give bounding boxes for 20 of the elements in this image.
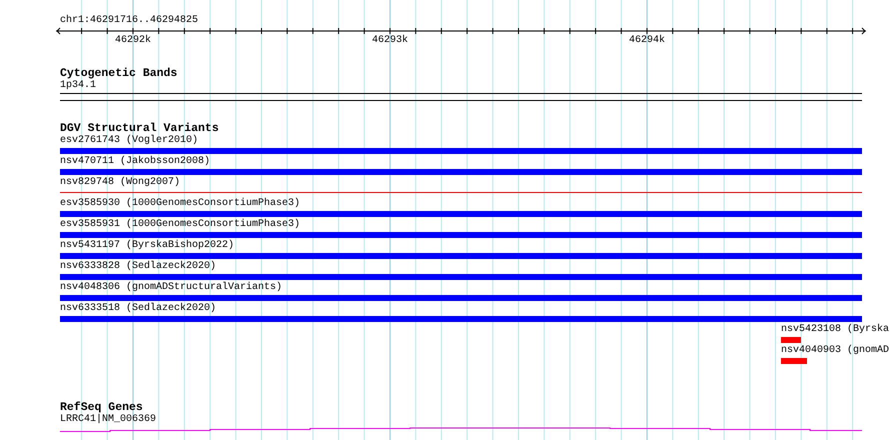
variant-label[interactable]: nsv470711 (Jakobsson2008)	[60, 156, 210, 168]
variant-label[interactable]: nsv4040903 (gnomAD	[781, 345, 890, 357]
ruler-label: 46294k	[628, 35, 665, 47]
variant-label[interactable]: esv2761743 (Vogler2010)	[60, 135, 198, 147]
location-label: chr1:46291716..46294825	[60, 15, 198, 27]
variant-label[interactable]: esv3585931 (1000GenomesConsortiumPhase3)	[60, 219, 300, 231]
ruler-label: 46293k	[372, 35, 408, 47]
variant-label[interactable]: nsv4048306 (gnomADStructuralVariants)	[60, 282, 282, 294]
variant-label[interactable]: nsv5423108 (Byrska	[781, 324, 890, 336]
variant-label[interactable]: nsv5431197 (ByrskaBishop2022)	[60, 240, 234, 252]
variant-label[interactable]: nsv6333518 (Sedlazeck2020)	[60, 303, 216, 315]
variant-label[interactable]: nsv6333828 (Sedlazeck2020)	[60, 261, 216, 273]
gene-label[interactable]: LRRC41|NM_006369	[60, 414, 156, 426]
track-title: DGV Structural Variants	[60, 123, 219, 135]
track-title: RefSeq Genes	[60, 402, 143, 414]
variant-label[interactable]: esv3585930 (1000GenomesConsortiumPhase3)	[60, 198, 300, 210]
band-label: 1p34.1	[60, 80, 96, 92]
variant-label[interactable]: nsv829748 (Wong2007)	[60, 177, 180, 189]
track-title: Cytogenetic Bands	[60, 68, 178, 80]
ruler-label: 46292k	[114, 35, 151, 47]
